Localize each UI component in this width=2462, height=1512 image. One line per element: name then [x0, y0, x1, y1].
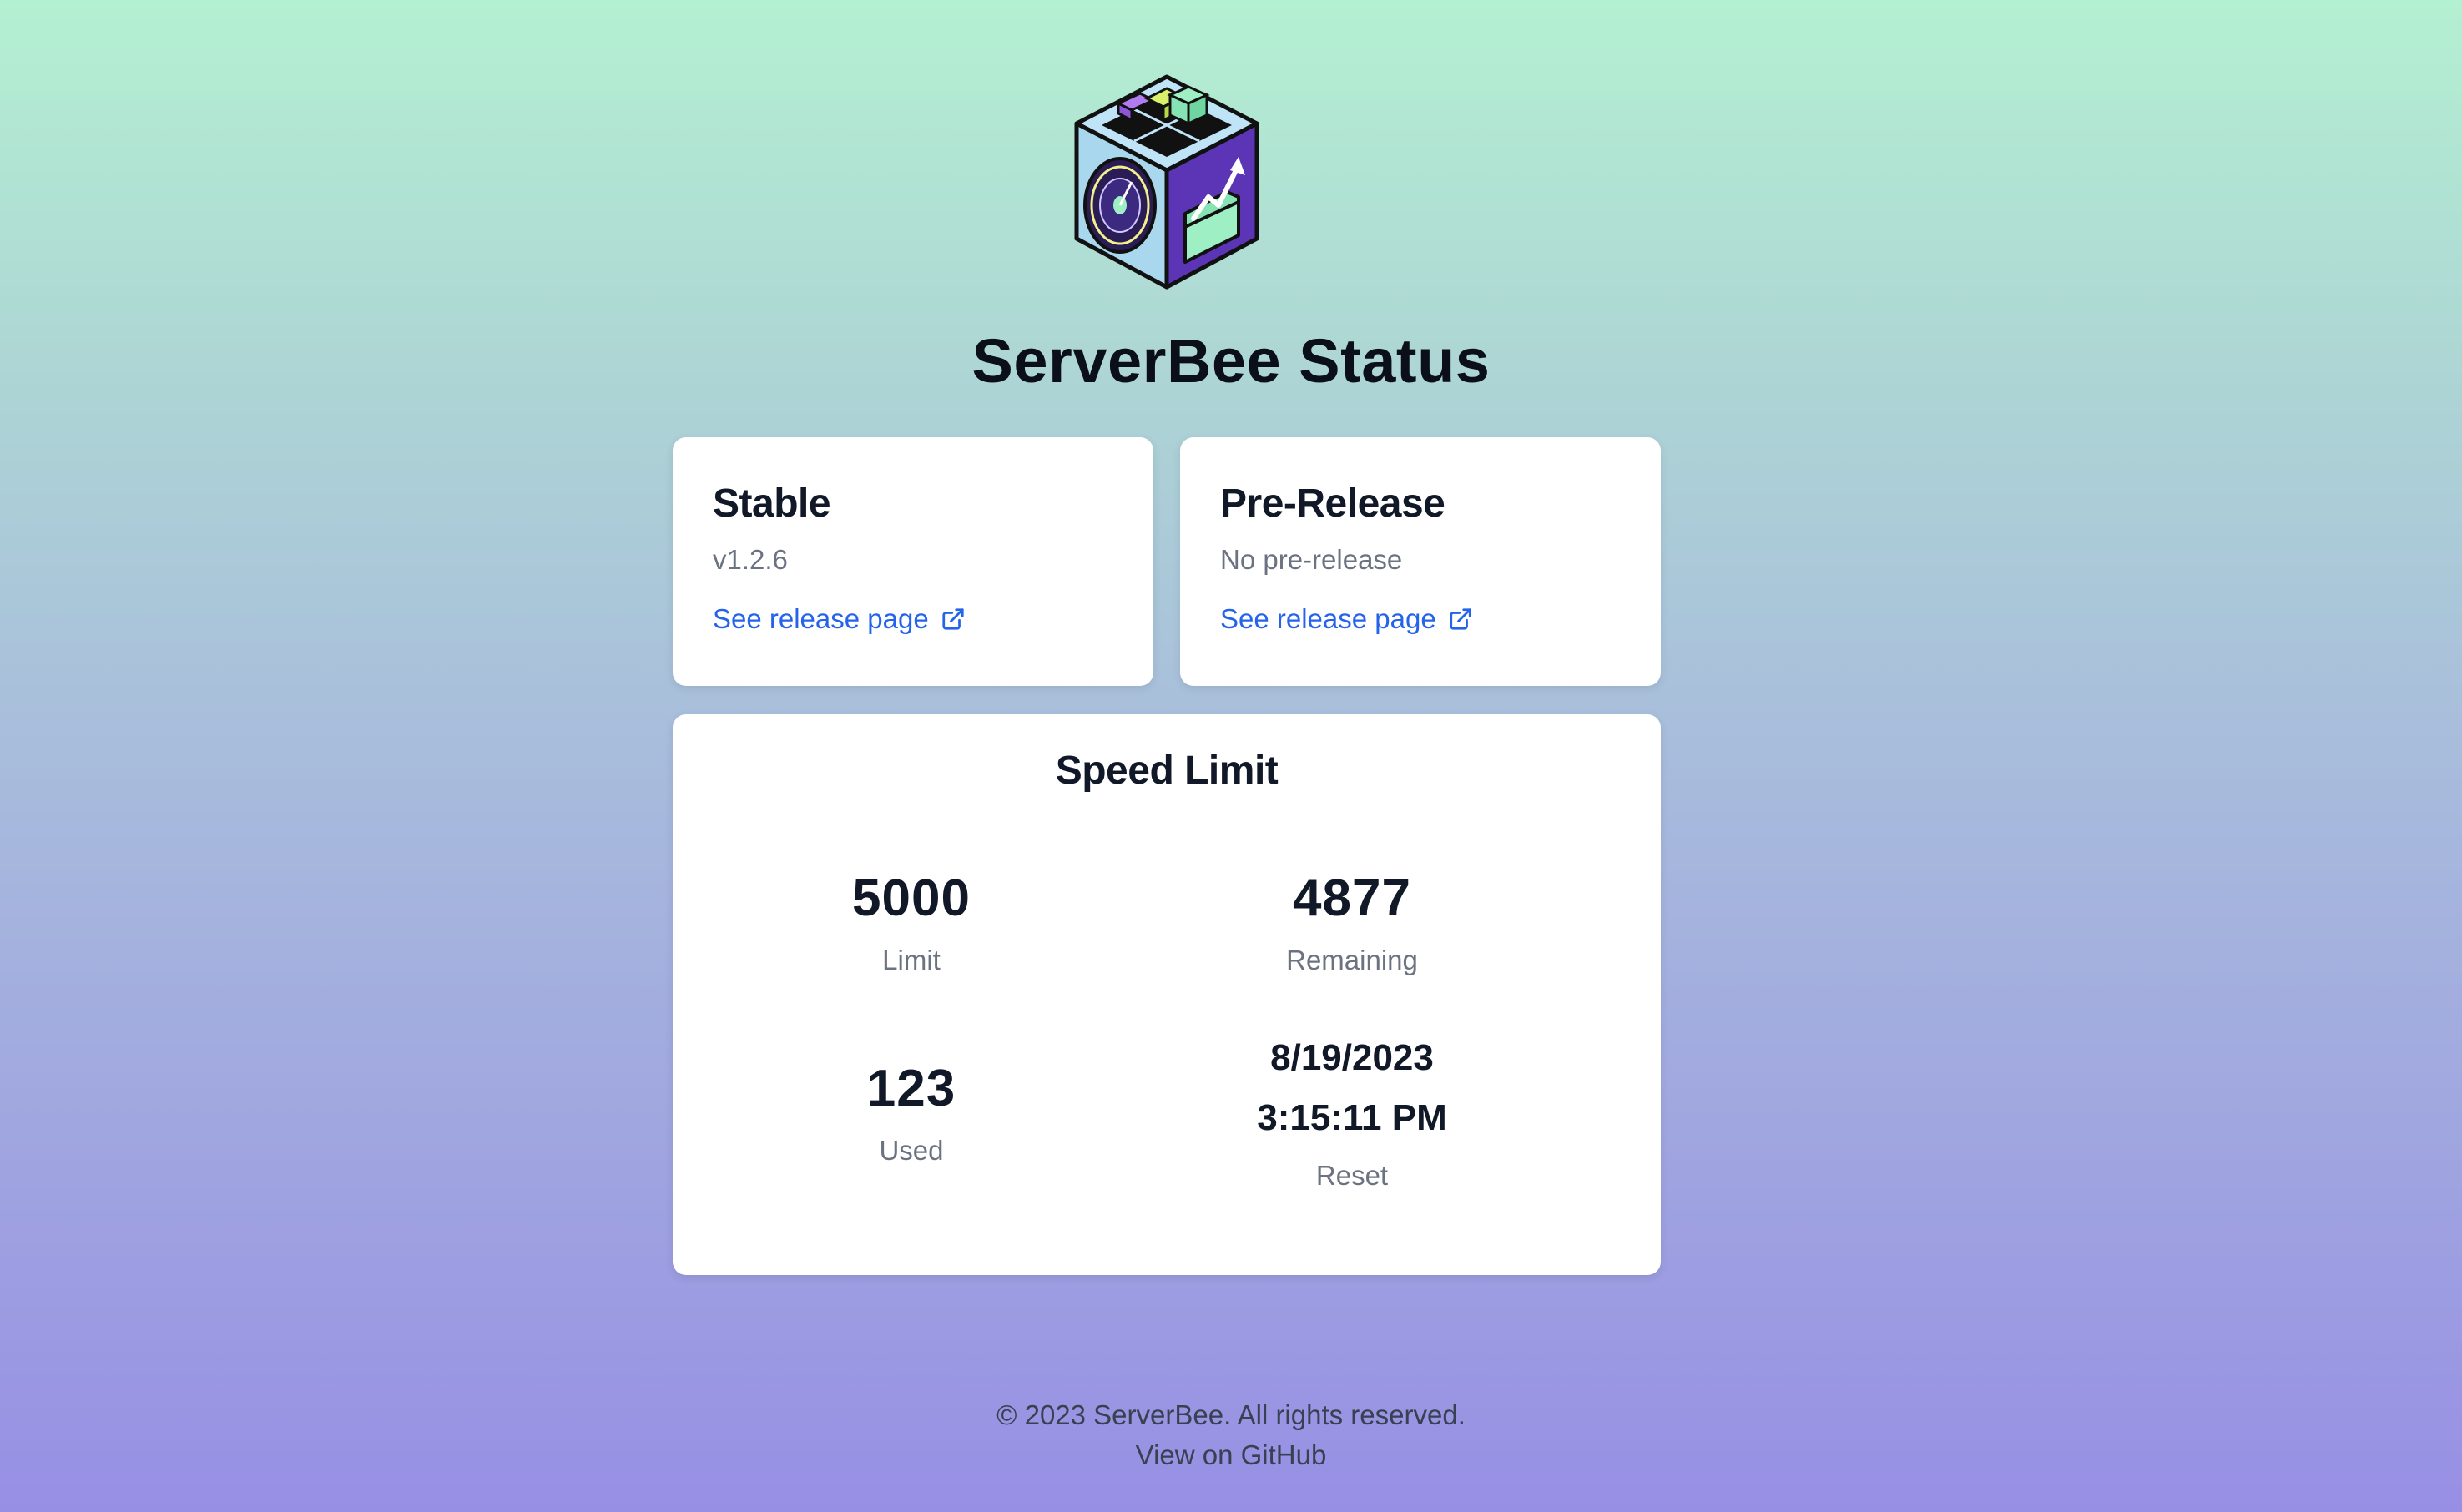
used-label: Used [879, 1135, 944, 1166]
external-link-icon [942, 607, 964, 630]
remaining-value: 4877 [1293, 869, 1411, 927]
stable-version: v1.2.6 [713, 544, 788, 575]
remaining-label: Remaining [1286, 945, 1418, 975]
footer: © 2023 ServerBee. All rights reserved. V… [0, 1395, 2462, 1475]
external-link-icon [1450, 607, 1471, 630]
reset-date: 8/19/2023 [1270, 1037, 1434, 1078]
limit-stat: 5000 Limit [694, 869, 1128, 975]
speed-limit-card: Speed Limit 5000 Limit 4877 Remaining 12… [673, 714, 1661, 1275]
used-value: 123 [866, 1060, 956, 1117]
copyright-text: © 2023 ServerBee. All rights reserved. [996, 1399, 1466, 1430]
limit-value: 5000 [852, 869, 971, 927]
stable-release-card: Stable v1.2.6 See release page [673, 437, 1153, 686]
speed-limit-title: Speed Limit [1055, 748, 1279, 793]
prerelease-release-link[interactable]: See release page [1220, 605, 1473, 633]
used-stat: 123 Used [694, 1060, 1128, 1166]
prerelease-card: Pre-Release No pre-release See release p… [1180, 437, 1661, 686]
remaining-stat: 4877 Remaining [1135, 869, 1569, 975]
limit-label: Limit [882, 945, 941, 975]
prerelease-release-link-label: See release page [1220, 603, 1436, 634]
reset-stat: 8/19/2023 3:15:11 PM Reset [1135, 1037, 1569, 1191]
prerelease-heading: Pre-Release [1220, 481, 1445, 526]
stable-heading: Stable [713, 481, 831, 526]
prerelease-version: No pre-release [1220, 544, 1403, 575]
reset-label: Reset [1315, 1160, 1389, 1191]
stable-release-link[interactable]: See release page [713, 605, 966, 633]
cube-logo-icon [1060, 72, 1274, 294]
github-link[interactable]: View on GitHub [1136, 1439, 1327, 1470]
stable-release-link-label: See release page [713, 603, 929, 634]
page-title: ServerBee Status [971, 326, 1491, 396]
reset-time: 3:15:11 PM [1257, 1097, 1447, 1138]
